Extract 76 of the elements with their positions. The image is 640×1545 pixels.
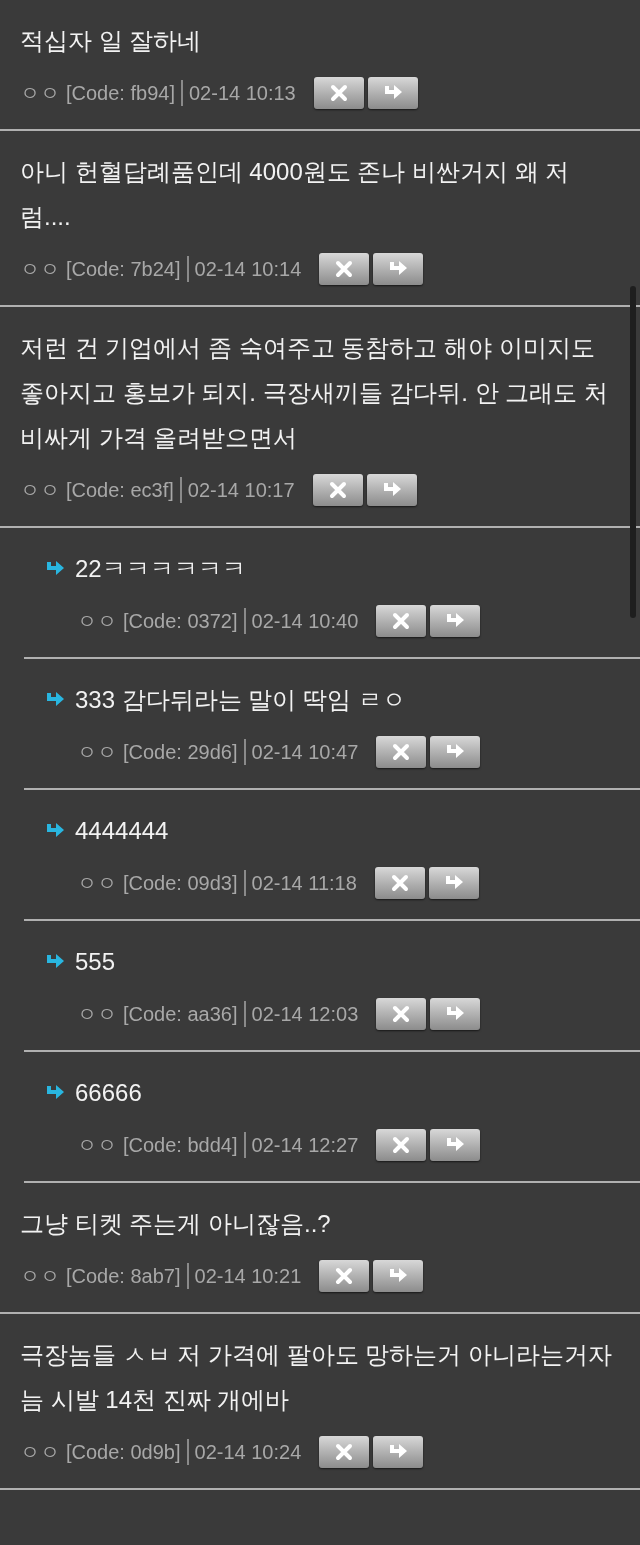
comment-text: 그냥 티켓 주는게 아니잖음..? bbox=[20, 1209, 332, 1239]
author-name: ㅇㅇ bbox=[20, 257, 60, 282]
comment-time: 02-14 10:24 bbox=[194, 1440, 302, 1465]
reply-button[interactable] bbox=[430, 998, 481, 1030]
comment-time: 02-14 10:21 bbox=[194, 1264, 302, 1289]
delete-button[interactable] bbox=[376, 998, 427, 1030]
comment-time: 02-14 10:17 bbox=[187, 478, 295, 503]
user-code: [Code: aa36] bbox=[123, 1002, 238, 1027]
author-name: ㅇㅇ bbox=[77, 740, 117, 765]
author-name: ㅇㅇ bbox=[77, 1002, 117, 1027]
reply-arrow-icon bbox=[44, 821, 66, 840]
delete-button[interactable] bbox=[374, 867, 425, 899]
comment-time: 02-14 10:40 bbox=[251, 609, 359, 634]
delete-button[interactable] bbox=[376, 605, 427, 637]
author-name: ㅇㅇ bbox=[20, 1440, 60, 1465]
reply-text: 66666 bbox=[75, 1078, 142, 1108]
author-name: ㅇㅇ bbox=[77, 609, 117, 634]
comment-time: 02-14 12:03 bbox=[251, 1002, 359, 1027]
user-code: [Code: 29d6] bbox=[123, 740, 238, 765]
reply-button[interactable] bbox=[366, 474, 417, 506]
user-code: [Code: 0d9b] bbox=[66, 1440, 181, 1465]
user-code: [Code: 0372] bbox=[123, 609, 238, 634]
user-code: [Code: 7b24] bbox=[66, 257, 181, 282]
close-icon bbox=[391, 611, 412, 631]
comment-time: 02-14 10:14 bbox=[194, 257, 302, 282]
reply-button[interactable] bbox=[430, 605, 481, 637]
close-icon bbox=[334, 259, 355, 279]
delete-button[interactable] bbox=[312, 474, 363, 506]
reply-text: 333 감다뒤라는 말이 딱임 ㄹㅇ bbox=[75, 685, 406, 715]
author-name: ㅇㅇ bbox=[20, 1264, 60, 1289]
user-code: [Code: ec3f] bbox=[66, 478, 174, 503]
delete-button[interactable] bbox=[319, 1260, 370, 1292]
delete-button[interactable] bbox=[319, 253, 370, 285]
reply-arrow-icon bbox=[44, 952, 66, 971]
reply-button[interactable] bbox=[367, 77, 418, 109]
delete-button[interactable] bbox=[376, 1129, 427, 1161]
close-icon bbox=[391, 1135, 412, 1155]
close-icon bbox=[391, 1004, 412, 1024]
close-icon bbox=[334, 1266, 355, 1286]
reply-arrow-icon bbox=[44, 1083, 66, 1102]
reply-arrow-icon bbox=[44, 559, 66, 578]
reply-button[interactable] bbox=[428, 867, 479, 899]
user-code: [Code: 8ab7] bbox=[66, 1264, 181, 1289]
reply-button[interactable] bbox=[373, 1436, 424, 1468]
comment-time: 02-14 12:27 bbox=[251, 1133, 359, 1158]
close-icon bbox=[327, 480, 348, 500]
close-icon bbox=[334, 1442, 355, 1462]
reply-button[interactable] bbox=[430, 736, 481, 768]
reply-button[interactable] bbox=[430, 1129, 481, 1161]
comment-text: 극장놈들 ㅅㅂ 저 가격에 팔아도 망하는거 아니라는거자늠 시발 14천 진짜 개에바 bbox=[20, 1340, 613, 1415]
author-name: ㅇㅇ bbox=[20, 81, 60, 106]
close-icon bbox=[391, 742, 412, 762]
comment-time: 02-14 10:13 bbox=[188, 81, 296, 106]
scrollbar[interactable] bbox=[630, 286, 636, 618]
reply-button[interactable] bbox=[373, 1260, 424, 1292]
comment-text: 적십자 일 잘하네 bbox=[20, 26, 203, 56]
author-name: ㅇㅇ bbox=[77, 871, 117, 896]
close-icon bbox=[328, 83, 349, 103]
reply-text: 22ㅋㅋㅋㅋㅋㅋ bbox=[75, 554, 246, 584]
delete-button[interactable] bbox=[319, 1436, 370, 1468]
comment-time: 02-14 11:18 bbox=[251, 871, 357, 896]
comment-text: 아니 헌혈답례품인데 4000원도 존나 비싼거지 왜 저럼.... bbox=[20, 157, 571, 232]
close-icon bbox=[389, 873, 410, 893]
reply-button[interactable] bbox=[373, 253, 424, 285]
comment-text: 저런 건 기업에서 좀 숙여주고 동참하고 해야 이미지도 좋아지고 홍보가 되지. 극장새끼들 감다뒤. 안 그래도 처 비싸게 가격 올려받으면서 bbox=[20, 333, 609, 453]
author-name: ㅇㅇ bbox=[20, 478, 60, 503]
reply-text: 555 bbox=[75, 947, 116, 977]
user-code: [Code: bdd4] bbox=[123, 1133, 238, 1158]
user-code: [Code: 09d3] bbox=[123, 871, 238, 896]
delete-button[interactable] bbox=[376, 736, 427, 768]
author-name: ㅇㅇ bbox=[77, 1133, 117, 1158]
delete-button[interactable] bbox=[313, 77, 364, 109]
comment-time: 02-14 10:47 bbox=[251, 740, 359, 765]
reply-arrow-icon bbox=[44, 690, 66, 709]
user-code: [Code: fb94] bbox=[66, 81, 175, 106]
reply-text: 4444444 bbox=[75, 816, 169, 846]
